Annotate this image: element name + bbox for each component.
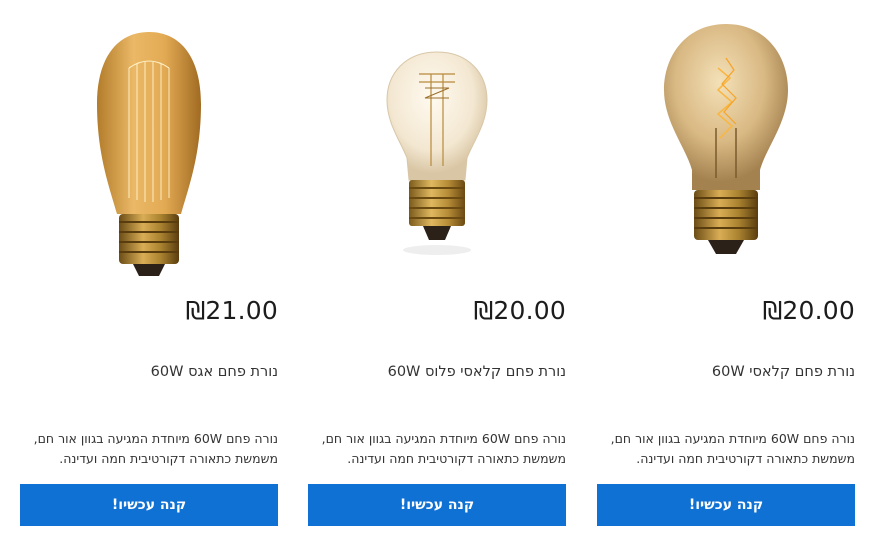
- buy-now-button[interactable]: קנה עכשיו!: [20, 484, 278, 526]
- product-price: ₪20.00: [762, 296, 855, 325]
- buy-now-button[interactable]: קנה עכשיו!: [597, 484, 855, 526]
- product-price: ₪21.00: [185, 296, 278, 325]
- product-card: ₪21.00 נורת פחם אגס 60W נורה פחם 60W מיו…: [20, 0, 278, 550]
- product-description: נורה פחם 60W מיוחדת המגיעה בגוון אור חם,…: [610, 431, 855, 466]
- product-title[interactable]: נורת פחם קלאסי 60W: [712, 364, 855, 380]
- product-card: ₪20.00 נורת פחם קלאסי פלוס 60W נורה פחם …: [308, 0, 566, 550]
- product-description: נורה פחם 60W מיוחדת המגיעה בגוון אור חם,…: [33, 431, 278, 466]
- product-price: ₪20.00: [473, 296, 566, 325]
- buy-now-button[interactable]: קנה עכשיו!: [308, 484, 566, 526]
- product-image[interactable]: [597, 18, 855, 286]
- product-grid: ₪20.00 נורת פחם קלאסי 60W נורה פחם 60W מ…: [0, 0, 872, 550]
- product-title[interactable]: נורת פחם אגס 60W: [151, 364, 278, 380]
- lightbulb-icon: [97, 32, 201, 276]
- product-card: ₪20.00 נורת פחם קלאסי 60W נורה פחם 60W מ…: [597, 0, 855, 550]
- product-description: נורה פחם 60W מיוחדת המגיעה בגוון אור חם,…: [321, 431, 566, 466]
- lightbulb-icon: [386, 51, 488, 255]
- product-image[interactable]: [308, 18, 566, 286]
- product-image[interactable]: [20, 18, 278, 286]
- lightbulb-icon: [664, 24, 788, 254]
- product-title[interactable]: נורת פחם קלאסי פלוס 60W: [388, 364, 566, 380]
